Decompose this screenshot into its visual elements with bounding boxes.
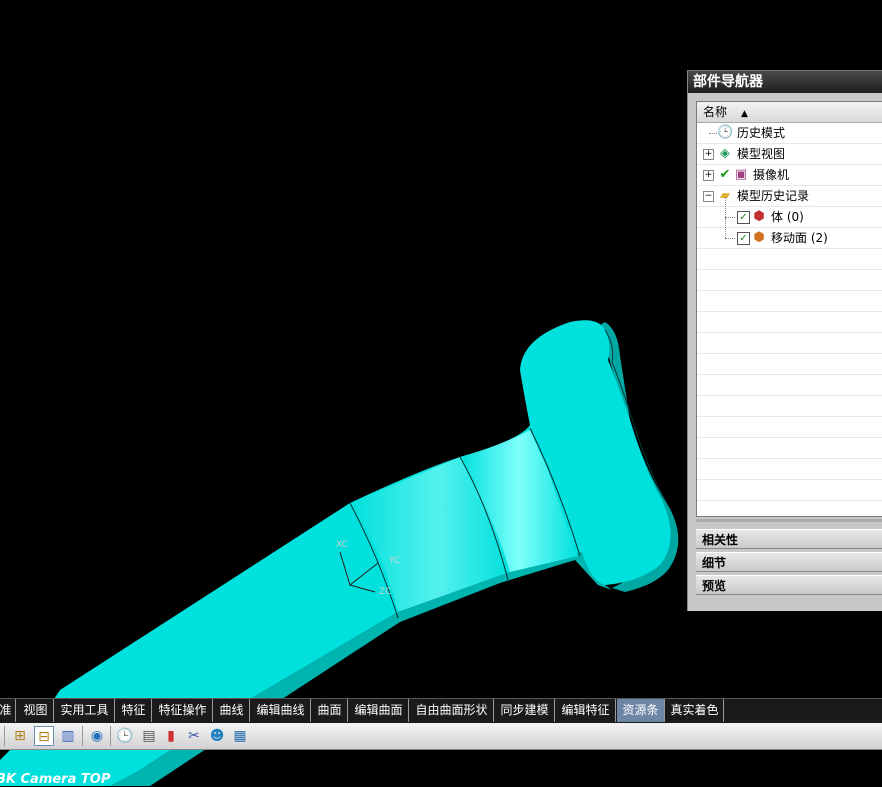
toolbar-separator — [82, 726, 83, 746]
tree-row-model-views[interactable]: + ◈ 模型视图 — [697, 144, 882, 165]
tree-row-move-face[interactable]: ✓ ⬢ 移动面 (2) — [697, 218, 882, 249]
view-label: BK Camera TOP — [0, 772, 111, 787]
history-icon[interactable]: 🕒 — [115, 726, 135, 746]
tab-edit-surface[interactable]: 编辑曲面 — [349, 699, 409, 722]
tree-label: 模型视图 — [737, 147, 786, 161]
tab-edit-feature[interactable]: 编辑特征 — [556, 699, 616, 722]
tab-freeform-shape[interactable]: 自由曲面形状 — [410, 699, 494, 722]
body-feature-icon: ⬢ — [753, 209, 765, 224]
empty-row — [697, 375, 882, 396]
empty-row — [697, 270, 882, 291]
color-palette-icon[interactable]: ▮ — [161, 726, 181, 746]
system-scenes-icon[interactable]: ▦ — [230, 726, 250, 746]
tab-surface[interactable]: 曲面 — [312, 699, 348, 722]
tree-label: 移动面 (2) — [771, 231, 828, 245]
sort-ascending-icon[interactable]: ▲ — [741, 109, 748, 119]
clock-icon: 🕒 — [717, 125, 734, 140]
empty-row — [697, 480, 882, 501]
csys-z-label: ZC — [379, 587, 392, 597]
tab-feature[interactable]: 特征 — [116, 699, 152, 722]
web-browser-icon[interactable]: ◉ — [87, 726, 107, 746]
camera-icon: ▣ — [734, 167, 748, 182]
model-views-icon: ◈ — [720, 146, 730, 161]
check-mark-icon: ✔ — [719, 167, 731, 182]
part-navigator-title: 部件导航器 — [688, 71, 882, 93]
part-navigator-panel: 部件导航器 名称 ▲ 🕒 历史模式 + ◈ 模型视图 + ✔ ▣ 摄像机 − ▰ … — [687, 70, 882, 611]
panel-splitter[interactable] — [696, 519, 882, 522]
csys-x-label: XC — [336, 540, 348, 550]
move-face-icon: ⬢ — [753, 230, 765, 245]
section-details[interactable]: 细节 — [696, 552, 882, 572]
ribbon-tab-bar: 准 视图 实用工具 特征 特征操作 曲线 编辑曲线 曲面 编辑曲面 自由曲面形状… — [0, 698, 882, 723]
expand-icon[interactable]: + — [703, 149, 714, 160]
tab-feature-operation[interactable]: 特征操作 — [153, 699, 213, 722]
empty-row — [697, 354, 882, 375]
csys-y-label: YC — [389, 556, 401, 566]
tab-view[interactable]: 视图 — [18, 699, 54, 722]
tab-edit-curve[interactable]: 编辑曲线 — [251, 699, 311, 722]
toolbar-separator — [4, 726, 5, 746]
visibility-checkbox[interactable]: ✓ — [737, 232, 750, 245]
empty-row — [697, 249, 882, 270]
tree-row-history-mode[interactable]: 🕒 历史模式 — [697, 123, 882, 144]
system-materials-icon[interactable]: ▤ — [139, 726, 159, 746]
tab-utilities[interactable]: 实用工具 — [55, 699, 115, 722]
empty-row — [697, 438, 882, 459]
tree-label: 历史模式 — [737, 126, 786, 140]
empty-row — [697, 459, 882, 480]
expand-icon[interactable]: + — [703, 170, 714, 181]
section-dependencies[interactable]: 相关性 — [696, 529, 882, 549]
empty-row — [697, 333, 882, 354]
tab-standard[interactable]: 准 — [0, 699, 16, 722]
empty-row — [697, 396, 882, 417]
part-navigator-icon[interactable]: ⊟ — [34, 726, 54, 746]
visibility-checkbox[interactable]: ✓ — [737, 211, 750, 224]
toolbar-separator — [110, 726, 111, 746]
reuse-library-icon[interactable]: ▥ — [58, 726, 78, 746]
assembly-navigator-icon[interactable]: ⊞ — [10, 726, 30, 746]
process-studio-icon[interactable]: ✂ — [184, 726, 204, 746]
tree-label: 模型历史记录 — [737, 189, 810, 203]
tree-label: 体 (0) — [771, 210, 804, 224]
roles-icon[interactable]: ☻ — [207, 726, 227, 746]
tree-row-camera[interactable]: + ✔ ▣ 摄像机 — [697, 165, 882, 186]
tab-true-shading[interactable]: 真实着色 — [666, 699, 724, 722]
tree-column-header[interactable]: 名称 ▲ — [697, 102, 882, 123]
tree-label: 摄像机 — [753, 168, 790, 182]
tab-synchronous-modeling[interactable]: 同步建模 — [495, 699, 555, 722]
tab-curve[interactable]: 曲线 — [214, 699, 250, 722]
section-preview[interactable]: 预览 — [696, 575, 882, 595]
empty-row — [697, 291, 882, 312]
empty-row — [697, 417, 882, 438]
resource-bar-toolbar: ⊞ ⊟ ▥ ◉ 🕒 ▤ ▮ ✂ ☻ ▦ — [0, 723, 882, 750]
empty-row — [697, 312, 882, 333]
collapse-icon[interactable]: − — [703, 191, 714, 202]
part-navigator-tree[interactable]: 名称 ▲ 🕒 历史模式 + ◈ 模型视图 + ✔ ▣ 摄像机 − ▰ 模型历史记录… — [696, 101, 882, 522]
tab-resource-bar[interactable]: 资源条 — [617, 699, 665, 722]
column-name-label: 名称 — [703, 105, 728, 119]
